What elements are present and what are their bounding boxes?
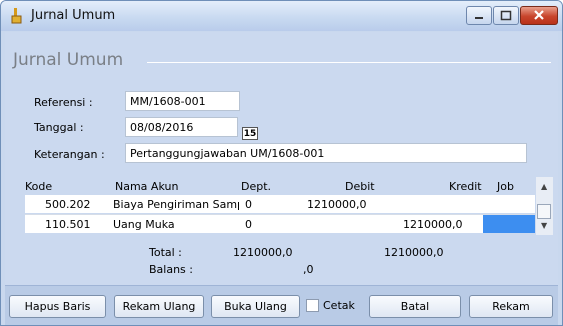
col-header-dept[interactable]: Dept. [241, 180, 271, 193]
title-bar[interactable]: Jurnal Umum [1, 1, 562, 31]
cell-nama-akun[interactable]: Uang Muka [113, 218, 239, 231]
maximize-icon [500, 10, 512, 21]
scroll-down-icon[interactable]: ▼ [541, 221, 547, 230]
minimize-button[interactable] [466, 6, 492, 25]
window-title: Jurnal Umum [31, 8, 116, 23]
col-header-job[interactable]: Job [497, 180, 514, 193]
col-header-kredit[interactable]: Kredit [449, 180, 482, 193]
calendar-icon[interactable]: 15 [242, 127, 258, 140]
grid-scrollbar[interactable]: ▲ ▼ [536, 177, 553, 235]
cetak-checkbox[interactable] [306, 299, 319, 312]
hapus-baris-button[interactable]: Hapus Baris [9, 295, 106, 318]
maximize-button[interactable] [493, 6, 519, 25]
col-header-debit[interactable]: Debit [345, 180, 375, 193]
referensi-label: Referensi : [34, 96, 93, 109]
jurnal-umum-window: Jurnal Umum Jurnal Umum Referensi : MM/1… [0, 0, 563, 326]
cetak-label[interactable]: Cetak [323, 299, 355, 312]
total-debit: 1210000,0 [233, 246, 293, 259]
grid-header: Kode Nama Akun Dept. Debit Kredit Job [25, 177, 535, 195]
rekam-button[interactable]: Rekam [469, 295, 553, 318]
scroll-up-icon[interactable]: ▲ [541, 182, 547, 191]
total-kredit: 1210000,0 [384, 246, 444, 259]
group-title: Jurnal Umum [13, 50, 124, 70]
cell-dept[interactable]: 0 [245, 218, 252, 231]
group-divider [147, 62, 551, 63]
cell-kode[interactable]: 110.501 [45, 218, 91, 231]
balans-value: ,0 [303, 263, 314, 276]
journal-grid: Kode Nama Akun Dept. Debit Kredit Job 50… [25, 177, 560, 235]
total-label: Total : [149, 246, 182, 259]
batal-button[interactable]: Batal [369, 295, 461, 318]
cell-dept[interactable]: 0 [245, 198, 252, 211]
tanggal-label: Tanggal : [34, 121, 84, 134]
rekam-ulang-button[interactable]: Rekam Ulang [114, 295, 204, 318]
tanggal-field[interactable]: 08/08/2016 [125, 117, 238, 137]
table-row[interactable]: 110.501 Uang Muka 0 1210000,0 [25, 214, 535, 233]
close-icon [534, 10, 544, 20]
col-header-nama-akun[interactable]: Nama Akun [115, 180, 178, 193]
cell-debit[interactable]: 1210000,0 [307, 198, 367, 211]
cell-kode[interactable]: 500.202 [45, 198, 91, 211]
cell-nama-akun[interactable]: Biaya Pengiriman Samp [113, 198, 239, 211]
keterangan-field[interactable]: Pertanggungjawaban UM/1608-001 [125, 143, 527, 163]
col-header-kode[interactable]: Kode [25, 180, 52, 193]
cell-kredit[interactable]: 1210000,0 [403, 218, 463, 231]
button-bar: Hapus Baris Rekam Ulang Buka Ulang Cetak… [5, 285, 558, 325]
referensi-field[interactable]: MM/1608-001 [125, 91, 240, 111]
selected-job-cell[interactable] [483, 215, 535, 233]
scroll-thumb[interactable] [537, 204, 551, 219]
minimize-icon [475, 17, 483, 19]
keterangan-label: Keterangan : [34, 148, 105, 161]
buka-ulang-button[interactable]: Buka Ulang [211, 295, 300, 318]
close-button[interactable] [520, 6, 558, 25]
app-icon [11, 8, 22, 24]
table-row[interactable]: 500.202 Biaya Pengiriman Samp 0 1210000,… [25, 195, 535, 213]
balans-label: Balans : [149, 263, 193, 276]
